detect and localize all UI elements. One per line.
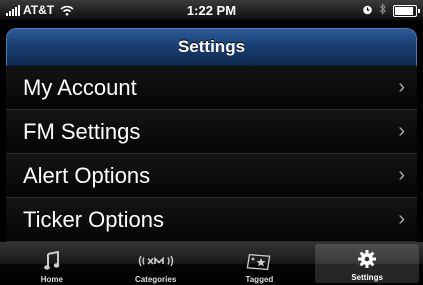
settings-item-label: Ticker Options [23,206,165,232]
chevron-right-icon: › [398,120,405,142]
gear-icon [357,247,377,271]
status-bar: AT&T 1:22 PM [0,0,423,20]
status-icons [362,3,420,18]
music-note-icon [44,249,60,273]
battery-icon [393,4,420,17]
settings-item-label: FM Settings [23,118,141,144]
chevron-right-icon: › [398,164,405,186]
settings-item-label: My Account [23,74,137,100]
tab-label: Settings [351,273,383,282]
settings-item-my-account[interactable]: My Account › [6,66,417,110]
star-tag-icon [244,249,274,273]
settings-item-label: Alert Options [23,162,151,188]
xm-radio-icon [137,249,175,273]
tab-label: Categories [134,275,177,284]
alarm-clock-icon [362,4,373,18]
settings-item-fm-settings[interactable]: FM Settings › [6,110,417,154]
tab-bar: Home Categories Tagged Settings [0,242,423,285]
settings-item-ticker-options[interactable]: Ticker Options › [6,198,417,242]
settings-item-alert-options[interactable]: Alert Options › [6,154,417,198]
tab-settings[interactable]: Settings [315,244,419,283]
navigation-bar: Settings [6,28,417,66]
tab-label: Home [40,275,63,284]
page-title: Settings [177,37,246,56]
tab-home[interactable]: Home [0,242,104,285]
bluetooth-icon [379,3,387,18]
chevron-right-icon: › [398,76,405,98]
settings-screen: Settings My Account › FM Settings › Aler… [6,28,417,242]
chevron-right-icon: › [398,208,405,230]
tab-tagged[interactable]: Tagged [208,242,312,285]
tab-label: Tagged [245,275,274,284]
clock: 1:22 PM [186,3,237,18]
tab-categories[interactable]: Categories [104,242,208,285]
